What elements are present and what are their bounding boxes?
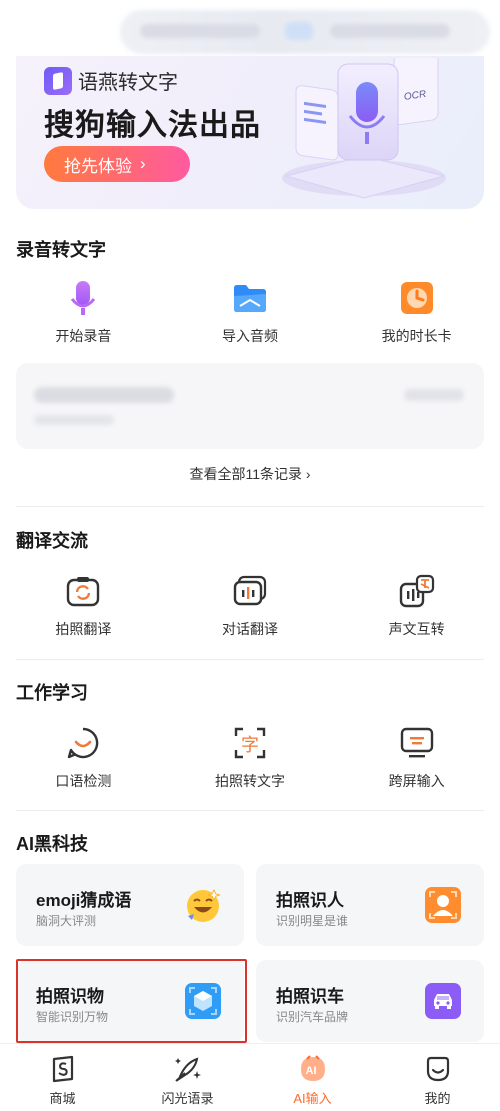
section-title-work: 工作学习 (16, 683, 88, 703)
divider (16, 810, 484, 811)
search-bar-blurred[interactable] (120, 10, 490, 54)
import-audio-button[interactable]: 导入音频 (167, 280, 334, 346)
section-title-translate: 翻译交流 (16, 531, 88, 551)
divider (16, 506, 484, 507)
card-title: 拍照识人 (276, 891, 344, 910)
tab-ai-input[interactable]: AI AI输入 (250, 1044, 375, 1111)
car-scan-icon (425, 983, 461, 1019)
tab-label: 商城 (49, 1091, 76, 1106)
speech-check-icon (65, 725, 101, 761)
clock-icon (399, 280, 435, 316)
card-subtitle: 识别汽车品牌 (276, 1010, 349, 1024)
tab-label: AI输入 (293, 1091, 332, 1106)
photo-translate-button[interactable]: 拍照翻译 (0, 573, 167, 639)
voice-text-convert-icon (399, 573, 435, 609)
emoji-icon (187, 888, 221, 922)
card-subtitle: 脑洞大评测 (36, 914, 97, 928)
face-recognition-card[interactable]: 拍照识人 识别明星是谁 (256, 864, 484, 946)
photo-translate-label: 拍照翻译 (55, 621, 112, 637)
section-title-ai-tech: AI黑科技 (16, 834, 88, 854)
speech-check-button[interactable]: 口语检测 (0, 725, 167, 791)
try-now-button[interactable]: 抢先体验 › (44, 146, 190, 182)
ai-input-icon: AI (298, 1054, 328, 1084)
section-title-recording: 录音转文字 (16, 240, 106, 260)
speech-check-label: 口语检测 (55, 773, 112, 789)
view-all-records-link[interactable]: 查看全部11条记录 › (0, 464, 500, 484)
brand-row: 语燕转文字 (44, 66, 178, 95)
cross-screen-input-button[interactable]: 跨屏输入 (333, 725, 500, 791)
banner-illustration-icon: OCR (282, 58, 446, 199)
microphone-icon (65, 280, 101, 316)
import-audio-label: 导入音频 (222, 328, 278, 344)
photo-to-text-icon: 字 (232, 725, 268, 761)
tab-shop[interactable]: 商城 (0, 1044, 125, 1111)
ai-badge-label: AI (305, 1065, 316, 1077)
card-title: emoji猜成语 (36, 891, 132, 910)
tab-quotes[interactable]: 闪光语录 (125, 1044, 250, 1111)
camera-translate-icon (65, 573, 101, 609)
try-now-label: 抢先体验 (64, 156, 132, 176)
divider (16, 659, 484, 660)
banner-title: 搜狗输入法出品 (44, 109, 261, 142)
chevron-right-icon: › (140, 154, 146, 173)
tab-profile[interactable]: 我的 (375, 1044, 500, 1111)
work-actions: 口语检测 字 拍照转文字 跨屏输入 (0, 725, 500, 791)
card-title: 拍照识车 (276, 987, 344, 1006)
photo-to-text-label: 拍照转文字 (215, 773, 285, 789)
voice-text-convert-button[interactable]: 声文互转 (333, 573, 500, 639)
shop-icon (48, 1054, 78, 1084)
emoji-idiom-card[interactable]: emoji猜成语 脑洞大评测 (16, 864, 244, 946)
duration-card-button[interactable]: 我的时长卡 (333, 280, 500, 346)
photo-text-glyph: 字 (241, 735, 259, 756)
brand-logo-icon (44, 66, 72, 95)
dialog-translate-label: 对话翻译 (222, 621, 278, 637)
dialog-translate-icon (232, 573, 268, 609)
start-recording-button[interactable]: 开始录音 (0, 280, 167, 346)
voice-text-convert-label: 声文互转 (388, 621, 445, 637)
promo-banner[interactable]: 语燕转文字 搜狗输入法出品 抢先体验 › OCR (16, 56, 484, 209)
selection-highlight-box (16, 959, 247, 1043)
recording-actions: 开始录音 导入音频 我的时长卡 (0, 280, 500, 346)
brand-name: 语燕转文字 (78, 72, 178, 94)
bottom-tab-bar: 商城 闪光语录 AI AI输入 我的 (0, 1043, 500, 1111)
recent-record-card-blurred[interactable] (16, 363, 484, 449)
translate-actions: 拍照翻译 对话翻译 声文互转 (0, 573, 500, 639)
start-recording-label: 开始录音 (55, 328, 112, 344)
dialog-translate-button[interactable]: 对话翻译 (167, 573, 334, 639)
monitor-icon (399, 725, 435, 761)
profile-icon (423, 1054, 453, 1084)
folder-icon (232, 280, 268, 316)
tab-label: 闪光语录 (161, 1091, 214, 1106)
quill-icon (173, 1054, 203, 1084)
card-subtitle: 识别明星是谁 (276, 914, 349, 928)
car-recognition-card[interactable]: 拍照识车 识别汽车品牌 (256, 960, 484, 1042)
photo-to-text-button[interactable]: 字 拍照转文字 (167, 725, 334, 791)
person-scan-icon (425, 887, 461, 923)
cross-screen-input-label: 跨屏输入 (388, 773, 445, 789)
tab-label: 我的 (424, 1091, 451, 1106)
duration-card-label: 我的时长卡 (381, 328, 452, 344)
